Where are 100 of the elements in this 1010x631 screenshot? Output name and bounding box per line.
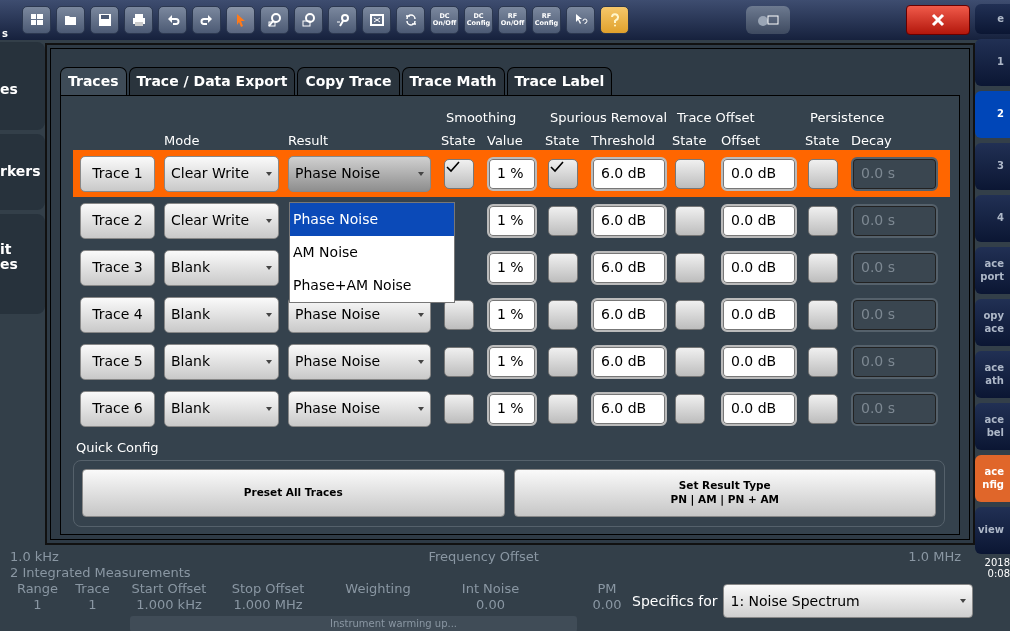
tab[interactable]: Trace / Data Export xyxy=(128,67,296,95)
input-field[interactable]: 6.0 dB xyxy=(591,391,667,426)
trace-button[interactable]: Trace 4 xyxy=(80,296,155,333)
checkbox[interactable] xyxy=(808,158,838,189)
trace-button[interactable]: Trace 6 xyxy=(80,390,155,427)
tab[interactable]: Trace Math xyxy=(401,67,505,95)
input-field[interactable]: 1 % xyxy=(487,344,537,379)
input-field[interactable]: 1 % xyxy=(487,297,537,332)
input-field[interactable]: 1 % xyxy=(487,203,537,238)
checkbox[interactable] xyxy=(548,252,578,283)
checkbox[interactable] xyxy=(808,252,838,283)
checkbox[interactable] xyxy=(444,299,474,330)
redo-icon xyxy=(199,13,214,27)
toolbar-button[interactable] xyxy=(328,6,357,34)
toolbar-button[interactable] xyxy=(90,6,119,34)
side-tab[interactable]: es xyxy=(0,42,45,130)
toolbar-button[interactable] xyxy=(600,6,629,34)
softkey[interactable]: e xyxy=(975,4,1010,34)
caret-icon xyxy=(266,359,272,364)
checkbox[interactable] xyxy=(808,299,838,330)
checkbox[interactable] xyxy=(548,158,578,189)
caret-icon xyxy=(266,312,272,317)
softkey[interactable]: ace port xyxy=(975,247,1010,294)
softkey[interactable]: ace bel xyxy=(975,403,1010,450)
toolbar-button[interactable] xyxy=(158,6,187,34)
input-field[interactable]: 0.0 dB xyxy=(721,156,797,191)
softkey[interactable]: ace ath xyxy=(975,351,1010,398)
input-field[interactable]: 6.0 dB xyxy=(591,203,667,238)
input-field[interactable]: 0.0 dB xyxy=(721,391,797,426)
checkbox[interactable] xyxy=(548,299,578,330)
multi-zoom-icon xyxy=(301,13,316,27)
checkbox[interactable] xyxy=(444,346,474,377)
softkey[interactable]: 4 xyxy=(975,195,1010,242)
specifics-dropdown[interactable]: 1: Noise Spectrum xyxy=(723,584,974,618)
input-field[interactable]: 0.0 dB xyxy=(721,250,797,285)
tab[interactable]: Copy Trace xyxy=(297,67,400,95)
trace-button[interactable]: Trace 3 xyxy=(80,249,155,286)
toolbar-button[interactable] xyxy=(192,6,221,34)
mode-dropdown[interactable]: Clear Write xyxy=(164,202,279,239)
checkbox[interactable] xyxy=(444,393,474,424)
quick-config-button[interactable]: Preset All Traces xyxy=(82,468,505,517)
tab[interactable]: Traces xyxy=(60,67,127,95)
input-field[interactable]: 1 % xyxy=(487,250,537,285)
input-field[interactable]: 1 % xyxy=(487,156,537,191)
checkbox[interactable] xyxy=(675,252,705,283)
quick-config-button[interactable]: Set Result Type PN | AM | PN + AM xyxy=(513,468,936,517)
softkey[interactable]: 3 xyxy=(975,143,1010,190)
caret-icon xyxy=(266,265,272,270)
trace-button[interactable]: Trace 1 xyxy=(80,155,155,192)
checkbox[interactable] xyxy=(675,346,705,377)
checkbox[interactable] xyxy=(548,205,578,236)
menu-item[interactable]: Phase Noise xyxy=(290,203,454,236)
mode-dropdown[interactable]: Blank xyxy=(164,249,279,286)
result-dropdown[interactable]: Phase Noise xyxy=(288,343,431,380)
side-tab[interactable]: rkers xyxy=(0,134,45,210)
trace-button[interactable]: Trace 2 xyxy=(80,202,155,239)
softkey[interactable]: 1 xyxy=(975,39,1010,86)
input-field[interactable]: 6.0 dB xyxy=(591,297,667,332)
section-title: Quick Config xyxy=(76,439,160,457)
toolbar-button[interactable] xyxy=(294,6,323,34)
input-field[interactable]: 1 % xyxy=(487,391,537,426)
tab[interactable]: Trace Label xyxy=(506,67,613,95)
toolbar-button[interactable] xyxy=(260,6,289,34)
toolbar-button[interactable] xyxy=(396,6,425,34)
side-tab[interactable]: it es xyxy=(0,214,45,314)
toolbar-button[interactable] xyxy=(56,6,85,34)
softkey[interactable]: opy ace xyxy=(975,299,1010,346)
softkey[interactable]: view xyxy=(975,507,1010,554)
checkbox[interactable] xyxy=(675,393,705,424)
input-field[interactable]: 6.0 dB xyxy=(591,344,667,379)
axis-label: 1.0 kHz xyxy=(10,549,59,565)
toolbar-button[interactable] xyxy=(22,6,51,34)
result-dropdown[interactable]: Phase Noise xyxy=(288,155,431,192)
mode-dropdown[interactable]: Blank xyxy=(164,390,279,427)
input-field[interactable]: 0.0 dB xyxy=(721,203,797,238)
checkbox[interactable] xyxy=(548,393,578,424)
input-field[interactable]: 0.0 dB xyxy=(721,297,797,332)
checkbox[interactable] xyxy=(808,393,838,424)
close-button[interactable] xyxy=(906,5,970,35)
checkbox[interactable] xyxy=(675,158,705,189)
toolbar-button[interactable] xyxy=(362,6,391,34)
checkbox[interactable] xyxy=(675,299,705,330)
trace-button[interactable]: Trace 5 xyxy=(80,343,155,380)
menu-item[interactable]: AM Noise xyxy=(290,236,454,269)
checkbox[interactable] xyxy=(808,205,838,236)
checkbox[interactable] xyxy=(808,346,838,377)
input-field[interactable]: 6.0 dB xyxy=(591,250,667,285)
toolbar-button[interactable] xyxy=(566,6,595,34)
softkey[interactable]: 2 xyxy=(975,91,1010,138)
mode-dropdown[interactable]: Blank xyxy=(164,343,279,380)
checkbox[interactable] xyxy=(548,346,578,377)
input-field[interactable]: 6.0 dB xyxy=(591,156,667,191)
checkbox[interactable] xyxy=(675,205,705,236)
mode-dropdown[interactable]: Clear Write xyxy=(164,155,279,192)
result-dropdown[interactable]: Phase Noise xyxy=(288,390,431,427)
input-field[interactable]: 0.0 dB xyxy=(721,344,797,379)
toolbar-button[interactable] xyxy=(124,6,153,34)
checkbox[interactable] xyxy=(444,158,474,189)
camera-button[interactable] xyxy=(745,6,790,34)
mode-dropdown[interactable]: Blank xyxy=(164,296,279,333)
